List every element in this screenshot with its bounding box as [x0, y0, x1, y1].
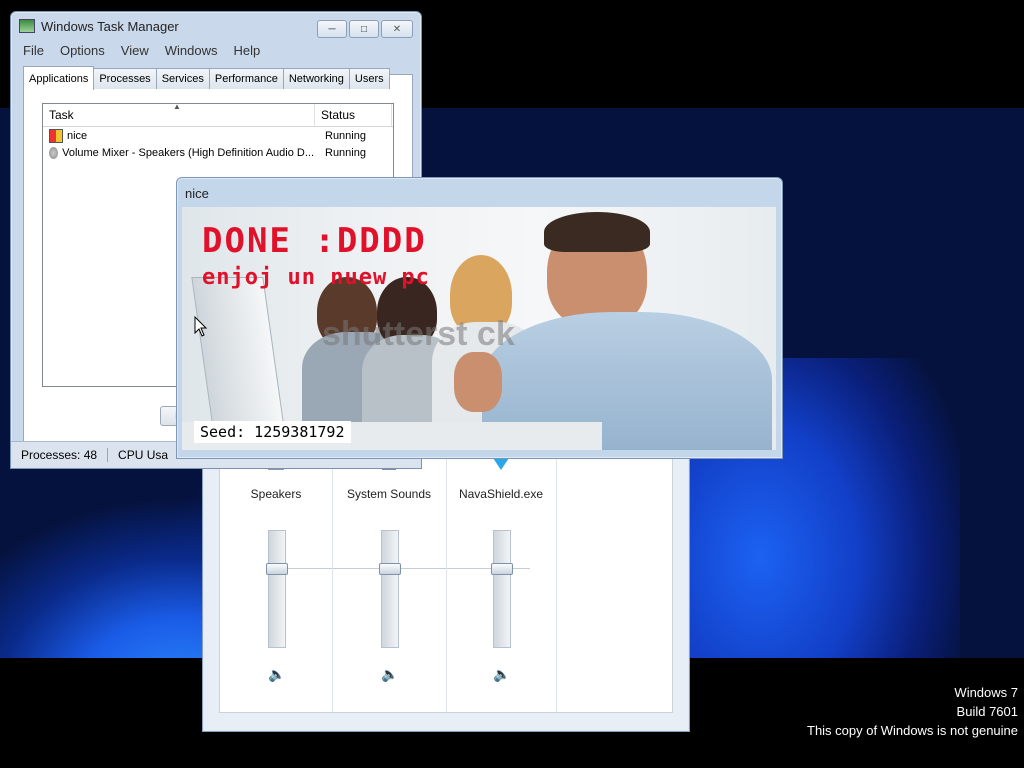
channel-system-sounds: System Sounds 🔈 [332, 450, 447, 712]
tab-performance[interactable]: Performance [208, 68, 284, 89]
stock-watermark: shutterst ck [322, 315, 515, 353]
navashield-icon [490, 458, 512, 472]
slider-thumb[interactable] [266, 563, 288, 575]
windows-watermark: Windows 7 Build 7601 This copy of Window… [807, 683, 1018, 740]
tab-users[interactable]: Users [348, 68, 390, 89]
stock-photo: DONE :DDDD enjoj un nuew pc shutterst ck… [182, 207, 776, 450]
tab-services[interactable]: Services [155, 68, 210, 89]
menu-view[interactable]: View [121, 43, 149, 58]
tab-processes[interactable]: Processes [93, 68, 157, 89]
menu-bar: File Options View Windows Help [11, 40, 421, 60]
app-icon [49, 128, 63, 143]
nice-window: nice DONE :DDDD enjoj un nuew pc shutter… [176, 177, 783, 459]
maximize-button[interactable]: □ [349, 20, 379, 38]
nice-titlebar[interactable]: nice [177, 178, 782, 208]
task-row[interactable]: Volume Mixer - Speakers (High Definition… [43, 144, 393, 161]
volume-mixer-window: Speakers 🔈 System Sounds 🔈 NavaShield.ex… [202, 448, 690, 732]
seed-label: Seed: 1259381792 [194, 421, 351, 443]
task-status: Running [325, 129, 366, 142]
volume-slider[interactable] [491, 530, 513, 648]
process-count: Processes: 48 [11, 448, 109, 462]
headline-text: DONE :DDDD [202, 221, 427, 261]
channel-speakers: Speakers 🔈 [220, 450, 333, 712]
menu-help[interactable]: Help [233, 43, 260, 58]
minimize-button[interactable]: ─ [317, 20, 347, 38]
column-task[interactable]: Task ▲ [43, 102, 315, 126]
tab-networking[interactable]: Networking [282, 68, 350, 89]
tab-strip: Applications Processes Services Performa… [23, 66, 390, 90]
volume-slider[interactable] [379, 530, 401, 648]
close-button[interactable]: ✕ [381, 20, 413, 38]
channel-label: Speakers [250, 487, 302, 501]
column-task-label: Task [49, 108, 74, 122]
thumbs-up-hand [454, 352, 502, 412]
task-status: Running [325, 146, 366, 159]
watermark-line-os: Windows 7 [954, 685, 1018, 700]
mouse-cursor-icon [194, 316, 208, 337]
task-name: Volume Mixer - Speakers (High Definition… [62, 146, 314, 159]
sort-arrow-icon: ▲ [173, 102, 181, 111]
window-title: nice [185, 185, 209, 201]
channel-navashield: NavaShield.exe 🔈 [446, 450, 557, 712]
speaker-icon[interactable]: 🔈 [268, 666, 285, 683]
watermark-line-genuine: This copy of Windows is not genuine [807, 723, 1018, 738]
tab-applications[interactable]: Applications [23, 66, 95, 90]
person-main-hair [544, 212, 650, 252]
watermark-line-build: Build 7601 [956, 704, 1018, 719]
channel-label: NavaShield.exe [458, 487, 544, 501]
monitor-shape [191, 277, 285, 429]
column-status-label: Status [321, 108, 356, 122]
column-status[interactable]: Status [315, 104, 392, 126]
menu-file[interactable]: File [23, 43, 44, 58]
speaker-icon[interactable]: 🔈 [493, 666, 510, 683]
task-list-header: Task ▲ Status [43, 102, 393, 127]
task-row[interactable]: nice Running [43, 127, 393, 144]
subline-text: enjoj un nuew pc [202, 265, 430, 290]
slider-thumb[interactable] [379, 563, 401, 575]
volume-mixer-channels: Speakers 🔈 System Sounds 🔈 NavaShield.ex… [219, 449, 673, 713]
task-name: nice [67, 129, 88, 142]
volume-slider[interactable] [266, 530, 288, 648]
volume-mixer-icon [49, 146, 59, 159]
window-title: Windows Task Manager [41, 18, 179, 34]
menu-windows[interactable]: Windows [165, 43, 218, 58]
slider-thumb[interactable] [491, 563, 513, 575]
channel-label: System Sounds [346, 487, 432, 501]
task-manager-icon [19, 19, 35, 33]
cpu-usage: CPU Usa [118, 448, 169, 462]
speaker-icon[interactable]: 🔈 [381, 666, 398, 683]
menu-options[interactable]: Options [60, 43, 105, 58]
